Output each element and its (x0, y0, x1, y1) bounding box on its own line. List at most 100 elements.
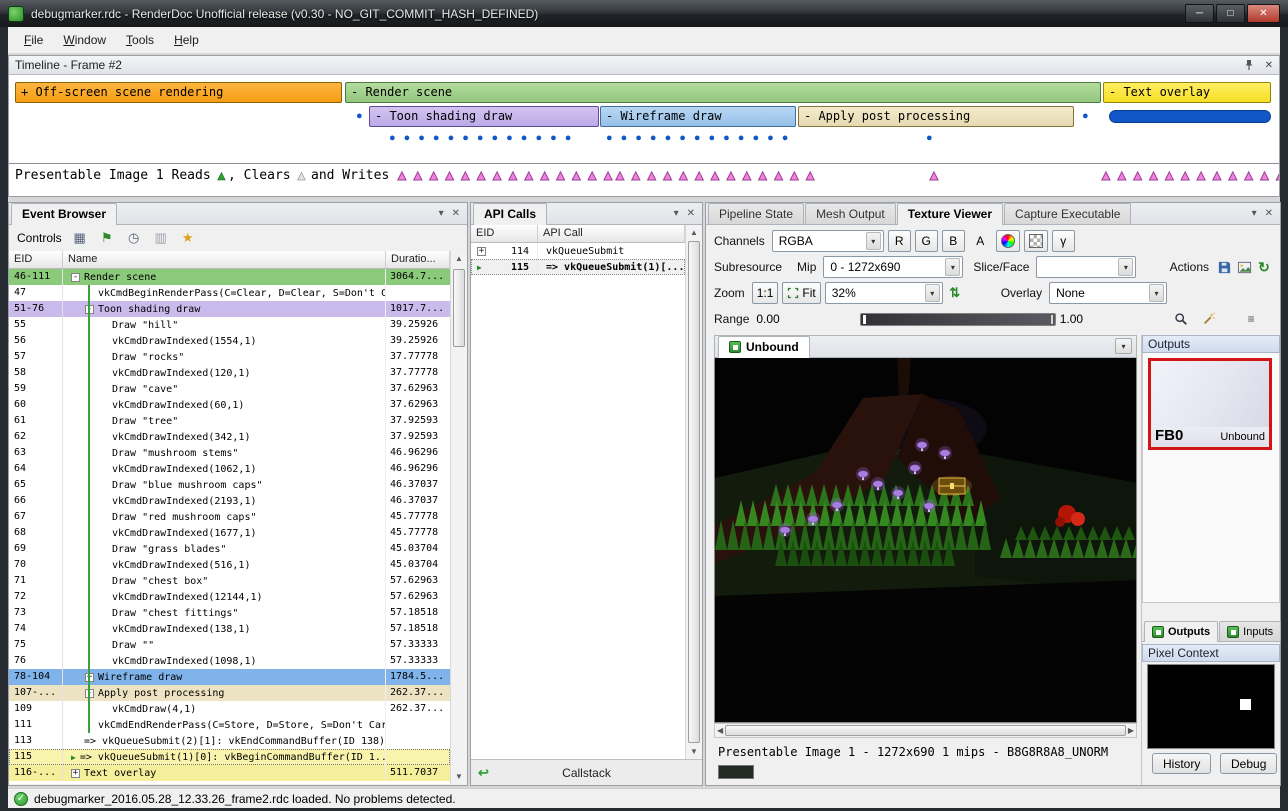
menu-file[interactable]: File (14, 28, 53, 52)
event-row[interactable]: 69Draw "grass blades"45.03704 (9, 541, 450, 557)
channel-b-button[interactable]: B (942, 230, 965, 252)
debug-button[interactable]: Debug (1220, 753, 1277, 774)
event-row[interactable]: 78-104+Wireframe draw1784.5... (9, 669, 450, 685)
scroll-thumb[interactable] (688, 241, 700, 743)
range-slider[interactable] (860, 313, 1056, 326)
tab-texture-viewer[interactable]: Texture Viewer (897, 203, 1003, 225)
timeline-overlay-marker-bar[interactable] (1109, 110, 1271, 123)
bookmark-icon[interactable]: ⚑ (98, 229, 116, 247)
column-name[interactable]: Name (63, 251, 386, 268)
tab-pipeline-state[interactable]: Pipeline State (708, 203, 804, 224)
event-row[interactable]: 51-76-Toon shading draw1017.7... (9, 301, 450, 317)
overlay-select[interactable]: None ▾ (1049, 282, 1167, 304)
event-row[interactable]: 59Draw "cave"37.62963 (9, 381, 450, 397)
save-texture-icon[interactable] (1216, 259, 1232, 275)
panel-menu-icon[interactable]: ▾ (674, 208, 679, 219)
zoom-1to1-button[interactable]: 1:1 (752, 282, 779, 304)
checkerboard-background-button[interactable] (1024, 230, 1048, 252)
event-row[interactable]: 62vkCmdDrawIndexed(342,1)37.92593 (9, 429, 450, 445)
timeline-bar-toon[interactable]: - Toon shading draw (369, 106, 599, 127)
timeline-draw-dots-toon[interactable]: ●●●●●●●●●●●●● (389, 132, 579, 144)
range-max-value[interactable]: 1.00 (1060, 312, 1083, 326)
tab-capture-executable[interactable]: Capture Executable (1004, 203, 1131, 224)
timeline-toggle-icon[interactable]: ▦ (71, 229, 89, 247)
scroll-left-icon[interactable]: ◀ (717, 726, 723, 735)
event-row[interactable]: 115▶=> vkQueueSubmit(1)[0]: vkBeginComma… (9, 749, 450, 765)
scroll-up-icon[interactable]: ▲ (451, 251, 467, 266)
timeline-bar-text-overlay[interactable]: - Text overlay (1103, 82, 1271, 103)
column-duration[interactable]: Duratio... (386, 251, 450, 268)
event-row[interactable]: 58vkCmdDrawIndexed(120,1)37.77778 (9, 365, 450, 381)
expander-icon[interactable]: - (71, 273, 80, 282)
write-markers-group[interactable]: ▲▲▲▲▲▲▲▲▲▲▲▲▲▲ (395, 167, 617, 183)
minimize-button[interactable]: ─ (1185, 4, 1214, 23)
refresh-icon[interactable]: ↻ (1256, 259, 1272, 275)
gamma-button[interactable]: γ (1052, 230, 1075, 252)
event-row[interactable]: 109vkCmdDraw(4,1)262.37... (9, 701, 450, 717)
chevron-down-icon[interactable]: ▾ (1149, 284, 1164, 302)
tab-api-calls[interactable]: API Calls (473, 203, 547, 225)
time-draws-icon[interactable]: ◷ (125, 229, 143, 247)
timeline-draw-dots-wireframe[interactable]: ●●●●●●●●●●●●● (606, 132, 796, 144)
event-row[interactable]: 47vkCmdBeginRenderPass(C=Clear, D=Clear,… (9, 285, 450, 301)
api-call-row[interactable]: +114vkQueueSubmit (471, 243, 685, 259)
pin-icon[interactable] (1243, 59, 1255, 71)
chevron-down-icon[interactable]: ▾ (945, 258, 960, 276)
texture-display[interactable] (714, 358, 1137, 723)
panel-close-icon[interactable]: ✕ (452, 208, 460, 219)
maximize-button[interactable]: □ (1216, 4, 1245, 23)
event-row[interactable]: 46-111-Render scene3064.7... (9, 269, 450, 285)
callstack-section[interactable]: ↩ Callstack (471, 759, 702, 785)
scroll-thumb[interactable] (725, 725, 1126, 736)
mip-select[interactable]: 0 - 1272x690 ▾ (823, 256, 963, 278)
event-row[interactable]: 74vkCmdDrawIndexed(138,1)57.18518 (9, 621, 450, 637)
timeline-bar-postproc[interactable]: - Apply post processing (798, 106, 1074, 127)
timeline-event-dot[interactable]: ● (356, 110, 363, 122)
timeline-bar-offscreen[interactable]: + Off-screen scene rendering (15, 82, 342, 103)
panel-menu-icon[interactable]: ▾ (439, 208, 444, 219)
tab-unbound-texture[interactable]: Unbound (718, 336, 810, 358)
channel-r-button[interactable]: R (888, 230, 911, 252)
event-row[interactable]: 68vkCmdDrawIndexed(1677,1)45.77778 (9, 525, 450, 541)
channel-a-button[interactable]: A (969, 230, 992, 252)
flip-y-icon[interactable]: ⇅ (947, 285, 963, 301)
event-row[interactable]: 116-...+Text overlay511.7037 (9, 765, 450, 781)
event-row[interactable]: 60vkCmdDrawIndexed(60,1)37.62963 (9, 397, 450, 413)
title-bar[interactable]: debugmarker.rdc - RenderDoc Unofficial r… (0, 0, 1288, 27)
timeline-header[interactable]: Timeline - Frame #2 ✕ (9, 56, 1279, 75)
column-eid[interactable]: EID (471, 225, 538, 242)
color-wheel-button[interactable] (996, 230, 1020, 252)
range-min-value[interactable]: 0.00 (756, 312, 779, 326)
event-row[interactable]: 61Draw "tree"37.92593 (9, 413, 450, 429)
event-row[interactable]: 67Draw "red mushroom caps"45.77778 (9, 509, 450, 525)
timeline-draw-dot-postproc[interactable]: ● (926, 132, 941, 144)
slice-face-select[interactable]: ▾ (1036, 256, 1136, 278)
export-image-icon[interactable] (1236, 259, 1252, 275)
event-row[interactable]: 55Draw "hill"39.25926 (9, 317, 450, 333)
api-call-row[interactable]: ▶115=> vkQueueSubmit(1)[... (471, 259, 685, 275)
menu-tools[interactable]: Tools (116, 28, 164, 52)
event-row[interactable]: 64vkCmdDrawIndexed(1062,1)46.96296 (9, 461, 450, 477)
timeline-bar-render-scene[interactable]: - Render scene (345, 82, 1101, 103)
event-row[interactable]: 63Draw "mushroom stems"46.96296 (9, 445, 450, 461)
range-white-handle[interactable] (1050, 314, 1054, 325)
tab-outputs[interactable]: Outputs (1144, 621, 1218, 642)
event-row[interactable]: 113=> vkQueueSubmit(2)[1]: vkEndCommandB… (9, 733, 450, 749)
tab-mesh-output[interactable]: Mesh Output (805, 203, 896, 224)
event-row[interactable]: 73Draw "chest fittings"57.18518 (9, 605, 450, 621)
range-options-icon[interactable]: ≡ (1243, 311, 1259, 327)
tab-inputs[interactable]: Inputs (1219, 621, 1281, 641)
write-markers-group[interactable]: ▲ (927, 167, 943, 183)
event-row[interactable]: 66vkCmdDrawIndexed(2193,1)46.37037 (9, 493, 450, 509)
tab-event-browser[interactable]: Event Browser (11, 203, 117, 225)
api-calls-scrollbar[interactable]: ▲ ▼ (685, 225, 702, 759)
stats-icon[interactable]: ▥ (152, 229, 170, 247)
event-browser-column-header[interactable]: EID Name Duratio... (9, 251, 450, 269)
menu-window[interactable]: Window (53, 28, 116, 52)
output-fb0-thumbnail[interactable]: FB0 Unbound (1148, 358, 1272, 450)
column-eid[interactable]: EID (9, 251, 63, 268)
texture-horizontal-scrollbar[interactable]: ◀ ▶ (714, 723, 1137, 738)
timeline-bar-wireframe[interactable]: - Wireframe draw (600, 106, 796, 127)
event-row[interactable]: 76vkCmdDrawIndexed(1098,1)57.33333 (9, 653, 450, 669)
event-row[interactable]: 72vkCmdDrawIndexed(12144,1)57.62963 (9, 589, 450, 605)
